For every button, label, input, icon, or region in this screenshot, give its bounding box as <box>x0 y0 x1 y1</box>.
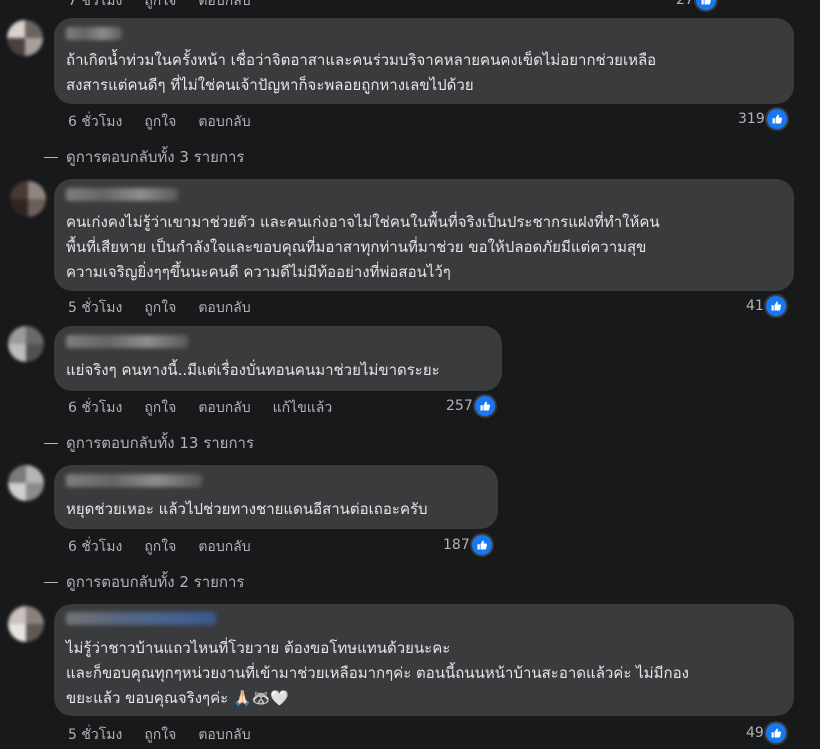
edited-label: แก้ไขแล้ว <box>272 400 333 416</box>
timestamp[interactable]: 6 ชั่วโมง <box>68 111 122 133</box>
white-heart-emoji-icon: 🤍 <box>270 689 290 707</box>
reactions[interactable]: 41 <box>746 296 786 316</box>
like-reaction-icon <box>765 723 786 743</box>
comment-0-reactions[interactable]: 27 <box>676 0 716 10</box>
reply-button[interactable]: ตอบกลับ <box>198 397 250 419</box>
reply-button[interactable]: ตอบกลับ <box>198 297 250 319</box>
author-name-blurred[interactable] <box>66 335 188 348</box>
comment-4-meta: 6 ชั่วโมง ถูกใจ ตอบกลับ <box>68 536 251 558</box>
comment-text: ถ้าเกิดน้ำท่วมในครั้งหน้า เชื่อว่าจิตอาส… <box>66 51 657 94</box>
author-name-blurred[interactable] <box>66 188 178 201</box>
reactions[interactable]: 49 <box>746 723 786 743</box>
reaction-count: 257 <box>446 398 473 414</box>
comment-bubble: คนเก่งคงไม่รู้ว่าเขามาช่วยตัว และคนเก่งอ… <box>54 179 794 291</box>
like-reaction-icon <box>695 0 716 10</box>
avatar[interactable] <box>8 326 44 362</box>
reply-button[interactable]: ตอบกลับ <box>198 111 250 133</box>
comment-bubble: แย่จริงๆ คนทางนี้..มีแต่เรื่องบั่นทอนคนม… <box>54 326 502 391</box>
author-name-blurred[interactable] <box>66 474 202 487</box>
view-replies-link[interactable]: ดูการตอบกลับทั้ง 13 รายการ <box>44 431 254 455</box>
comment-0-meta: 7 ชั่วโมง ถูกใจ ตอบกลับ <box>68 0 251 12</box>
like-reaction-icon <box>474 396 495 416</box>
comment-text: หยุดช่วยเหอะ แล้วไปช่วยทางชายแดนอีสานต่อ… <box>66 500 428 518</box>
comment-bubble: ถ้าเกิดน้ำท่วมในครั้งหน้า เชื่อว่าจิตอาส… <box>54 18 794 104</box>
comment-3-meta: 6 ชั่วโมง ถูกใจ ตอบกลับ แก้ไขแล้ว <box>68 397 332 419</box>
comment-0-reply-button[interactable]: ตอบกลับ <box>198 0 250 12</box>
reply-thread-line <box>44 442 58 444</box>
reaction-count: 27 <box>676 0 694 8</box>
like-reaction-icon <box>766 109 787 129</box>
avatar[interactable] <box>8 606 44 642</box>
reactions[interactable]: 257 <box>446 396 495 416</box>
view-replies-link[interactable]: ดูการตอบกลับทั้ง 3 รายการ <box>44 145 245 169</box>
reply-thread-line <box>44 156 58 158</box>
comment-0-like-button[interactable]: ถูกใจ <box>144 0 176 12</box>
reaction-count: 49 <box>746 725 764 741</box>
like-reaction-icon <box>471 535 492 555</box>
reactions[interactable]: 187 <box>443 535 492 555</box>
comment-text: คนเก่งคงไม่รู้ว่าเขามาช่วยตัว และคนเก่งอ… <box>66 213 660 281</box>
view-replies-link[interactable]: ดูการตอบกลับทั้ง 2 รายการ <box>44 570 245 594</box>
avatar[interactable] <box>8 465 44 501</box>
comment-bubble: ไม่รู้ว่าชาวบ้านแถวไหนที่โวยวาย ต้องขอโท… <box>54 604 794 716</box>
comment-5-meta: 5 ชั่วโมง ถูกใจ ตอบกลับ <box>68 724 251 746</box>
avatar[interactable] <box>7 20 43 56</box>
reply-thread-line <box>44 581 58 583</box>
like-reaction-icon <box>765 296 786 316</box>
reactions[interactable]: 319 <box>738 109 787 129</box>
like-button[interactable]: ถูกใจ <box>144 297 176 319</box>
like-button[interactable]: ถูกใจ <box>144 397 176 419</box>
comment-0-time[interactable]: 7 ชั่วโมง <box>68 0 122 12</box>
author-name-blurred[interactable] <box>66 612 216 625</box>
like-button[interactable]: ถูกใจ <box>144 536 176 558</box>
reaction-count: 187 <box>443 537 470 553</box>
timestamp[interactable]: 5 ชั่วโมง <box>68 724 122 746</box>
raccoon-emoji-icon: 🦝 <box>251 689 271 707</box>
comment-bubble: หยุดช่วยเหอะ แล้วไปช่วยทางชายแดนอีสานต่อ… <box>54 465 498 529</box>
timestamp[interactable]: 6 ชั่วโมง <box>68 397 122 419</box>
comment-2-meta: 5 ชั่วโมง ถูกใจ ตอบกลับ <box>68 297 251 319</box>
timestamp[interactable]: 5 ชั่วโมง <box>68 297 122 319</box>
author-name-blurred[interactable] <box>66 27 122 40</box>
timestamp[interactable]: 6 ชั่วโมง <box>68 536 122 558</box>
comment-text: แย่จริงๆ คนทางนี้..มีแต่เรื่องบั่นทอนคนม… <box>66 361 440 379</box>
avatar[interactable] <box>10 181 46 217</box>
reaction-count: 319 <box>738 111 765 127</box>
reply-button[interactable]: ตอบกลับ <box>198 724 250 746</box>
like-button[interactable]: ถูกใจ <box>144 724 176 746</box>
comment-text: ไม่รู้ว่าชาวบ้านแถวไหนที่โวยวาย ต้องขอโท… <box>66 639 689 707</box>
reaction-count: 41 <box>746 298 764 314</box>
reply-button[interactable]: ตอบกลับ <box>198 536 250 558</box>
praying-hands-emoji-icon: 🙏🏻 <box>232 689 252 707</box>
comment-1-meta: 6 ชั่วโมง ถูกใจ ตอบกลับ <box>68 111 251 133</box>
like-button[interactable]: ถูกใจ <box>144 111 176 133</box>
